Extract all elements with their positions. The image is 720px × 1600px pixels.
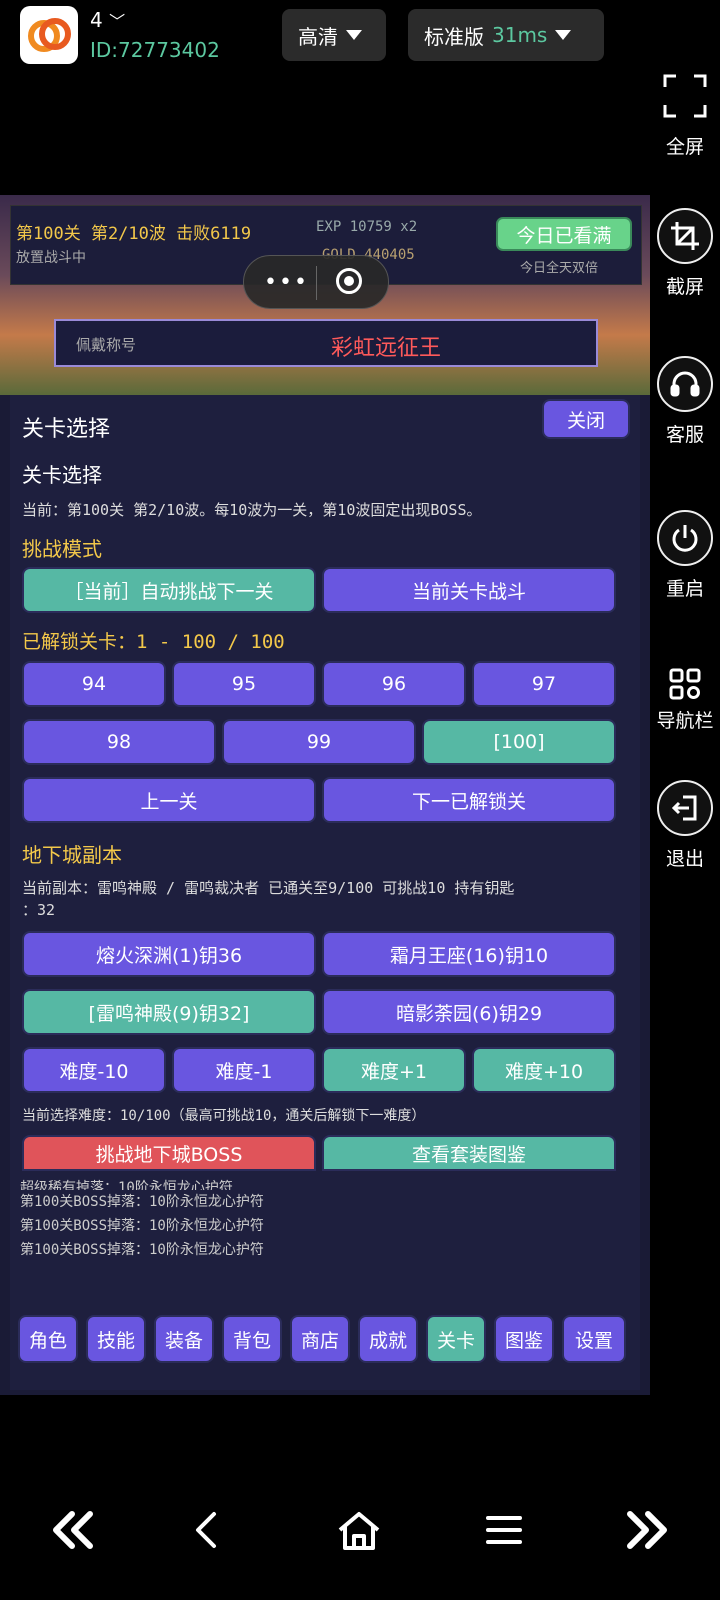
version-label: 标准版 [424, 24, 484, 49]
dropdown-arrow-icon [346, 30, 362, 40]
panel-subtitle: 关卡选择 [22, 463, 102, 487]
next-unlocked-button[interactable]: 下一已解锁关 [322, 777, 616, 823]
more-icon[interactable]: ••• [264, 270, 309, 295]
dungeon-note: 当前副本：雷鸣神殿 / 雷鸣裁决者 已通关至9/100 可挑战10 持有钥匙 [22, 879, 515, 897]
version-selector[interactable]: 标准版 31ms [408, 9, 604, 61]
exit-button[interactable]: 退出 [650, 780, 720, 871]
difficulty-plus10-button[interactable]: 难度+10 [472, 1047, 616, 1093]
fullscreen-icon [657, 68, 713, 124]
dungeon-shadow-button[interactable]: 暗影荼园(6)钥29 [322, 989, 616, 1035]
account-number: 4 [90, 8, 103, 32]
unlocked-levels: 已解锁关卡：1 - 100 / 100 [22, 631, 285, 653]
nav-grid-icon [657, 664, 713, 704]
exp-counter: EXP 10759 x2 [316, 219, 418, 235]
dungeon-frostmoon-button[interactable]: 霜月王座(16)钥10 [322, 931, 616, 977]
panel-title: 关卡选择 [22, 417, 111, 442]
current-stage-fight-button[interactable]: 当前关卡战斗 [322, 567, 616, 613]
dungeon-thunder-button[interactable]: [雷鸣神殿(9)钥32] [22, 989, 316, 1035]
log-line: 第100关BOSS掉落：10阶永恒龙心护符 [20, 1242, 264, 1258]
level-99-button[interactable]: 99 [222, 719, 416, 765]
title-label: 佩戴称号 [76, 336, 137, 354]
support-label: 客服 [665, 424, 704, 446]
set-catalog-button[interactable]: 查看套装图鉴 [322, 1135, 616, 1171]
prev-level-button[interactable]: 上一关 [22, 777, 316, 823]
headset-icon [657, 356, 713, 412]
level-96-button[interactable]: 96 [322, 661, 466, 707]
tab-settings[interactable]: 设置 [562, 1315, 626, 1363]
support-button[interactable]: 客服 [650, 356, 720, 447]
level-100-button[interactable]: [100] [422, 719, 616, 765]
home-icon[interactable] [336, 1510, 382, 1562]
level-98-button[interactable]: 98 [22, 719, 216, 765]
idle-status: 放置战斗中 [16, 250, 86, 266]
stage-progress: 第100关 第2/10波 击败6119 [16, 224, 252, 244]
quality-selector[interactable]: 高清 [282, 9, 386, 61]
double-forward-icon[interactable] [624, 1510, 670, 1560]
level-95-button[interactable]: 95 [172, 661, 316, 707]
difficulty-plus1-button[interactable]: 难度+1 [322, 1047, 466, 1093]
close-button[interactable]: 关闭 [542, 399, 630, 439]
close-target-icon[interactable] [336, 268, 362, 294]
capsule-divider [316, 266, 317, 300]
title-box: 佩戴称号 彩虹远征王 [54, 319, 598, 367]
crop-icon [657, 208, 713, 264]
drop-log: 超级稀有掉落：10阶永恒龙心护符 第100关BOSS掉落：10阶永恒龙心护符 第… [20, 1180, 264, 1262]
fullscreen-label: 全屏 [665, 136, 704, 158]
level-97-button[interactable]: 97 [472, 661, 616, 707]
current-level-note: 当前：第100关 第2/10波。每10波为一关，第10波固定出现BOSS。 [22, 501, 482, 519]
dropdown-arrow-icon [555, 30, 572, 40]
exit-label: 退出 [665, 848, 704, 870]
quality-label: 高清 [298, 24, 338, 49]
dungeon-heading: 地下城副本 [22, 843, 122, 867]
tab-shop[interactable]: 商店 [290, 1315, 350, 1363]
log-line: 第100关BOSS掉落：10阶永恒龙心护符 [20, 1218, 264, 1234]
daily-ad-subtitle: 今日全天双倍 [520, 261, 599, 276]
navbar-button[interactable]: 导航栏 [650, 664, 720, 733]
restart-button[interactable]: 重启 [650, 510, 720, 601]
daily-ad-button[interactable]: 今日已看满 [496, 217, 632, 251]
tab-backpack[interactable]: 背包 [222, 1315, 282, 1363]
screenshot-label: 截屏 [665, 276, 704, 298]
tab-codex[interactable]: 图鉴 [494, 1315, 554, 1363]
exit-icon [657, 780, 713, 836]
screenshot-button[interactable]: 截屏 [650, 208, 720, 299]
account-id: ID:72773402 [90, 38, 220, 62]
auto-challenge-button[interactable]: ［当前］自动挑战下一关 [22, 567, 316, 613]
difficulty-note: 当前选择难度：10/100（最高可挑战10，通关后解锁下一难度） [22, 1108, 426, 1124]
tab-skills[interactable]: 技能 [86, 1315, 146, 1363]
back-icon[interactable] [192, 1510, 220, 1560]
challenge-mode-heading: 挑战模式 [22, 537, 102, 561]
miniprogram-capsule: ••• [243, 255, 389, 309]
app-logo [20, 6, 78, 64]
log-line: 超级稀有掉落：10阶永恒龙心护符 [20, 1180, 233, 1190]
power-icon [657, 510, 713, 566]
title-value: 彩虹远征王 [331, 330, 441, 362]
title-value-text: 彩虹远征王 [331, 336, 442, 361]
navbar-label: 导航栏 [656, 710, 714, 732]
restart-label: 重启 [665, 578, 704, 600]
fullscreen-button[interactable]: 全屏 [650, 68, 720, 159]
double-back-icon[interactable] [50, 1510, 96, 1560]
challenge-boss-button[interactable]: 挑战地下城BOSS [22, 1135, 316, 1171]
difficulty-minus10-button[interactable]: 难度-10 [22, 1047, 166, 1093]
dungeon-molten-button[interactable]: 熔火深渊(1)钥36 [22, 931, 316, 977]
dungeon-note-keys: ：32 [22, 901, 56, 919]
tab-character[interactable]: 角色 [18, 1315, 78, 1363]
account-switcher[interactable]: 4 ﹀ [90, 8, 125, 32]
level-94-button[interactable]: 94 [22, 661, 166, 707]
tab-stages[interactable]: 关卡 [426, 1315, 486, 1363]
log-line: 第100关BOSS掉落：10阶永恒龙心护符 [20, 1194, 264, 1210]
menu-icon[interactable] [484, 1510, 524, 1560]
difficulty-minus1-button[interactable]: 难度-1 [172, 1047, 316, 1093]
tab-achievements[interactable]: 成就 [358, 1315, 418, 1363]
game-view[interactable]: 第100关 第2/10波 击败6119 放置战斗中 EXP 10759 x2 G… [0, 195, 650, 1395]
ping-value: 31ms [492, 23, 548, 47]
tab-equipment[interactable]: 装备 [154, 1315, 214, 1363]
chevron-down-icon: ﹀ [109, 12, 126, 31]
